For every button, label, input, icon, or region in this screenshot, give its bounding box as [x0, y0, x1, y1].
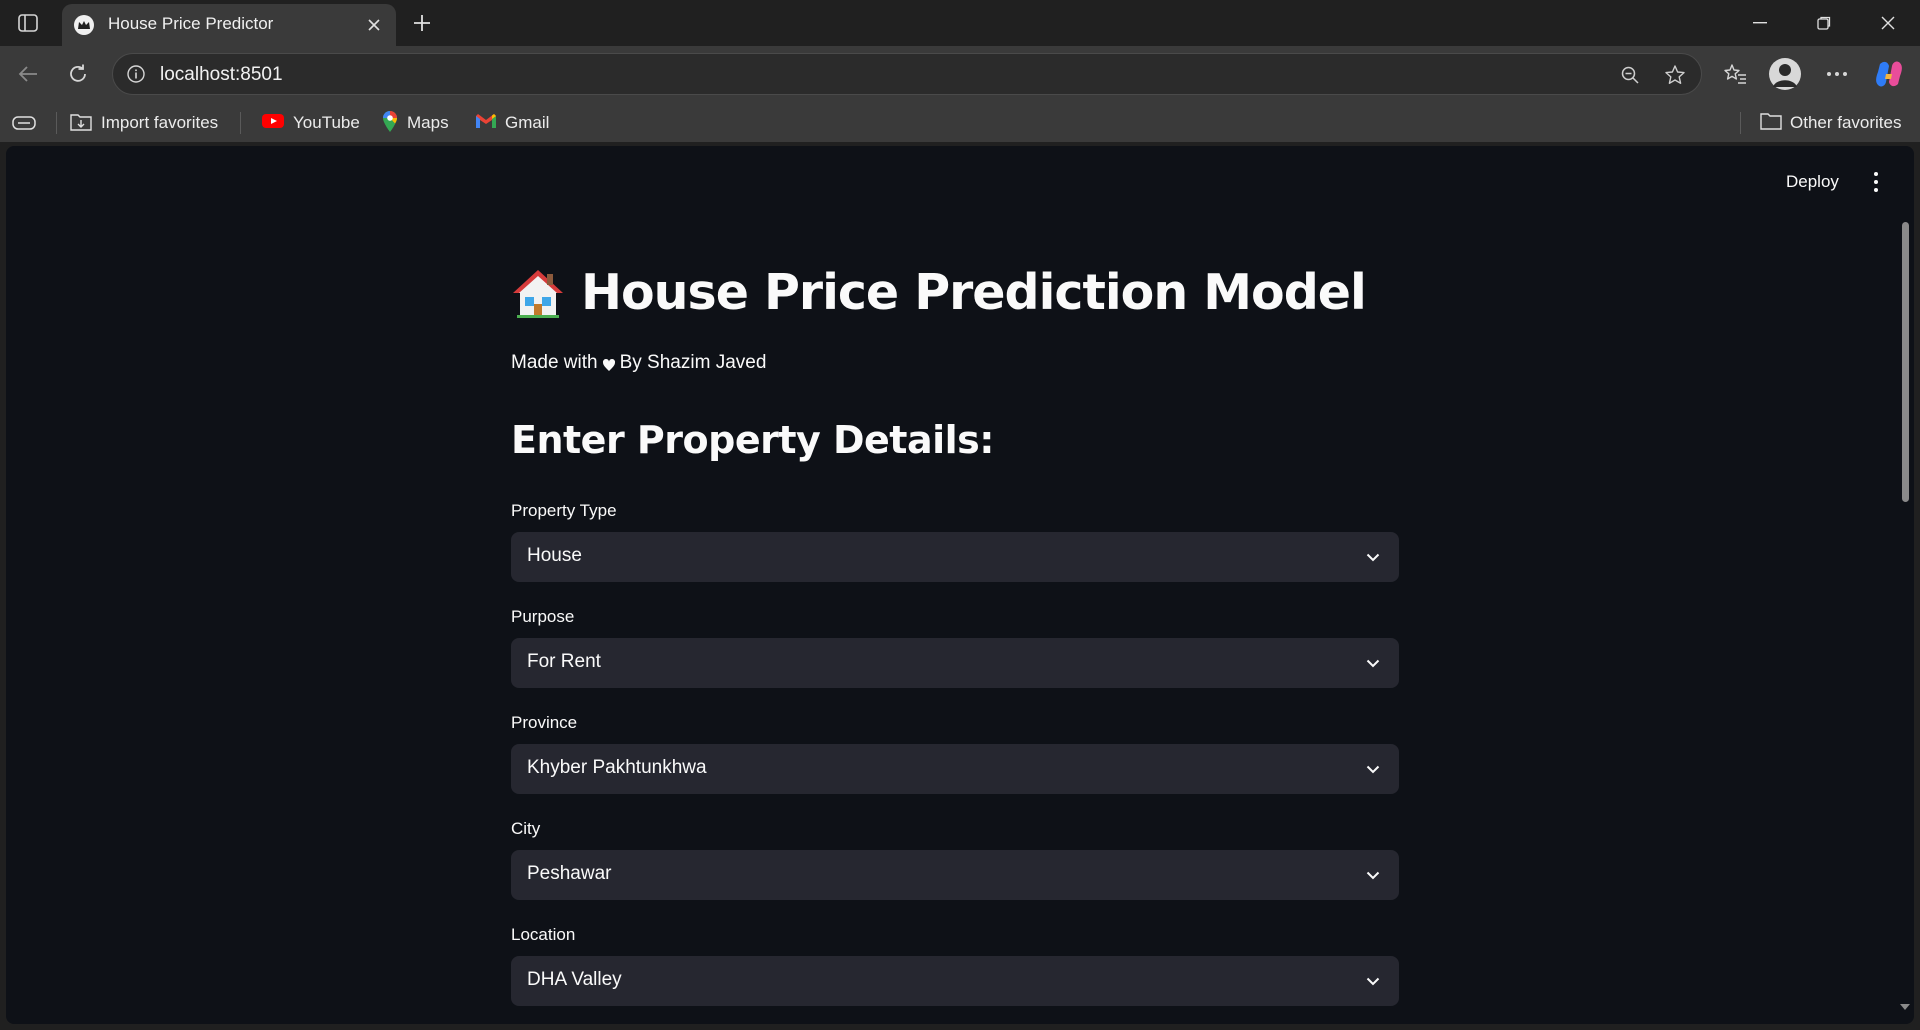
youtube-icon	[261, 112, 285, 135]
address-bar[interactable]: localhost:8501	[112, 53, 1702, 95]
chevron-down-icon	[1363, 971, 1383, 991]
app-viewport: Deploy House Price Prediction Model Made…	[6, 146, 1914, 1024]
other-favorites-label: Other favorites	[1790, 113, 1902, 132]
zoom-icon[interactable]	[1617, 62, 1643, 88]
purpose-label: Purpose	[511, 607, 575, 626]
favorites-separator	[1740, 112, 1741, 134]
favorite-label: Maps	[407, 113, 449, 132]
deploy-button[interactable]: Deploy	[1786, 172, 1839, 192]
favorites-bar: Import favorites YouTube Maps Gmail Othe…	[0, 102, 1920, 142]
location-select[interactable]: DHA Valley	[511, 956, 1399, 1006]
title-row: House Price Prediction Model	[511, 264, 1367, 321]
back-icon[interactable]	[10, 56, 46, 92]
location-label: Location	[511, 925, 576, 944]
tab-actions-icon[interactable]	[12, 8, 44, 38]
favorite-label: Gmail	[505, 113, 550, 132]
folder-icon	[1760, 112, 1782, 135]
favorite-import-favorites[interactable]: Import favorites	[69, 110, 218, 136]
browser-tab[interactable]: House Price Predictor	[62, 4, 396, 46]
chevron-down-icon	[1363, 759, 1383, 779]
profile-avatar[interactable]	[1766, 56, 1804, 92]
credit-prefix: Made with	[511, 352, 598, 373]
chevron-down-icon	[1363, 653, 1383, 673]
page-title: House Price Prediction Model	[581, 264, 1367, 321]
province-select[interactable]: Khyber Pakhtunkhwa	[511, 744, 1399, 794]
copilot-icon[interactable]	[1870, 56, 1908, 92]
tab-title: House Price Predictor	[108, 14, 274, 33]
restore-icon[interactable]	[1792, 0, 1856, 46]
maps-icon	[381, 109, 399, 138]
property-type-value: House	[527, 545, 582, 566]
streamlit-crown-icon	[74, 15, 94, 35]
favorite-label: YouTube	[293, 113, 360, 132]
city-value: Peshawar	[527, 863, 612, 884]
close-tab-icon[interactable]	[362, 13, 386, 37]
chevron-down-icon	[1363, 865, 1383, 885]
purpose-value: For Rent	[527, 651, 601, 672]
location-value: DHA Valley	[527, 969, 622, 990]
close-window-icon[interactable]	[1856, 0, 1920, 46]
favorites-separator	[240, 112, 241, 134]
credit-author: By Shazim Javed	[619, 352, 767, 373]
url-text[interactable]: localhost:8501	[160, 64, 283, 86]
city-select[interactable]: Peshawar	[511, 850, 1399, 900]
house-icon	[511, 266, 565, 320]
navigation-bar: localhost:8501	[0, 46, 1920, 102]
property-type-label: Property Type	[511, 501, 617, 520]
chevron-down-icon	[1363, 547, 1383, 567]
province-label: Province	[511, 713, 578, 732]
gmail-icon	[475, 112, 497, 135]
minimize-icon[interactable]	[1728, 0, 1792, 46]
site-info-icon[interactable]	[125, 63, 147, 85]
tab-strip: House Price Predictor	[0, 0, 1920, 46]
property-type-select[interactable]: House	[511, 532, 1399, 582]
credit-line: Made with By Shazim Javed	[511, 352, 766, 374]
other-favorites[interactable]: Other favorites	[1760, 110, 1902, 136]
refresh-icon[interactable]	[60, 56, 96, 92]
heart-icon	[602, 356, 616, 371]
favorites-separator	[56, 112, 57, 134]
favorite-star-icon[interactable]	[1662, 62, 1688, 88]
new-tab-icon[interactable]	[404, 6, 440, 40]
reading-view-icon[interactable]	[12, 110, 36, 136]
province-value: Khyber Pakhtunkhwa	[527, 757, 707, 778]
city-label: City	[511, 819, 541, 838]
section-title: Enter Property Details:	[511, 418, 994, 462]
import-favorites-icon	[69, 110, 93, 137]
purpose-select[interactable]: For Rent	[511, 638, 1399, 688]
app-menu-icon[interactable]	[1866, 170, 1886, 194]
favorite-youtube[interactable]: YouTube	[261, 110, 360, 136]
favorite-maps[interactable]: Maps	[381, 110, 449, 136]
favorite-label: Import favorites	[101, 113, 219, 132]
more-options-icon[interactable]	[1818, 56, 1856, 92]
scrollbar-thumb[interactable]	[1902, 222, 1909, 502]
scroll-down-arrow-icon[interactable]	[1900, 1004, 1910, 1010]
favorite-gmail[interactable]: Gmail	[475, 110, 549, 136]
favorites-list-icon[interactable]	[1716, 56, 1754, 92]
